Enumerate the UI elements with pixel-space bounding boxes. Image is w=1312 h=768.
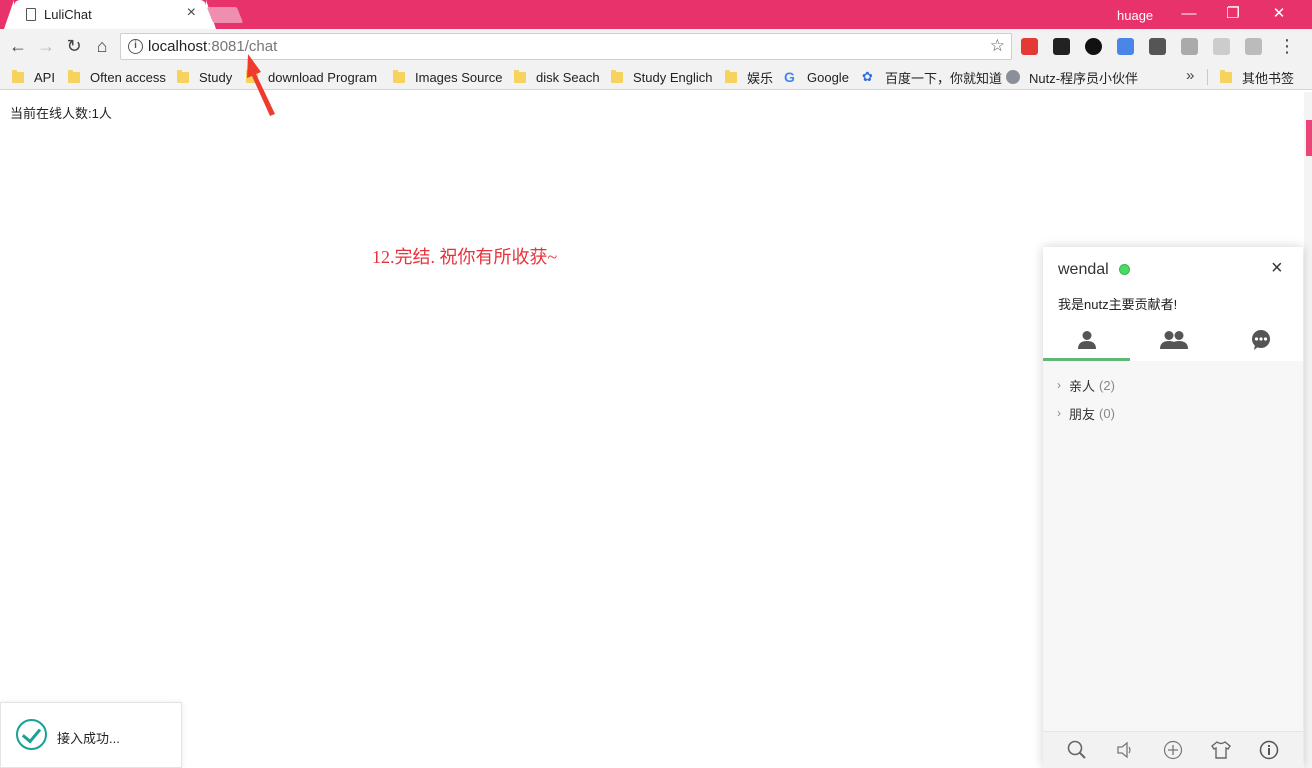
online-status-icon[interactable] bbox=[1119, 264, 1130, 275]
sound-icon[interactable] bbox=[1115, 740, 1135, 760]
panel-tabs bbox=[1043, 322, 1303, 361]
friend-icon bbox=[1077, 331, 1096, 349]
group-friends[interactable]: › 朋友 (0) bbox=[1057, 404, 1115, 422]
extension-ghost-icon[interactable] bbox=[1053, 38, 1070, 55]
panel-close-button[interactable]: × bbox=[1271, 257, 1283, 280]
extension-en-icon[interactable] bbox=[1149, 38, 1166, 55]
bookmark-entertainment[interactable]: 娱乐 bbox=[725, 69, 773, 86]
tab-friends[interactable] bbox=[1043, 322, 1130, 361]
bookmark-study-englich[interactable]: Study Englich bbox=[611, 69, 713, 85]
profile-name[interactable]: huage bbox=[1117, 8, 1153, 23]
bookmark-study[interactable]: Study bbox=[177, 69, 232, 85]
chevron-right-icon: › bbox=[1057, 406, 1061, 420]
folder-icon bbox=[177, 69, 189, 83]
browser-toolbar: ← → ↻ ⌂ i localhost:8081/chat ☆ ⋮ bbox=[0, 29, 1312, 64]
tab-title: LuliChat bbox=[44, 7, 92, 22]
chevron-right-icon: › bbox=[1057, 378, 1061, 392]
folder-icon bbox=[611, 69, 623, 83]
folder-icon bbox=[514, 69, 526, 83]
browser-title-bar: LuliChat × huage — ❐ ✕ bbox=[0, 0, 1312, 29]
group-icon bbox=[1159, 331, 1188, 349]
extension-fe-icon[interactable] bbox=[1021, 38, 1038, 55]
search-icon[interactable] bbox=[1067, 740, 1087, 760]
tab-close-button[interactable]: × bbox=[187, 4, 196, 21]
add-icon[interactable] bbox=[1163, 740, 1183, 760]
folder-icon bbox=[68, 69, 80, 83]
bookmark-baidu[interactable]: ✿ 百度一下，你就知道 bbox=[862, 69, 1002, 86]
annotation-arrow-icon bbox=[247, 54, 275, 116]
skin-icon[interactable] bbox=[1210, 740, 1231, 760]
bookmark-star-icon[interactable]: ☆ bbox=[990, 36, 1005, 56]
friend-list: › 亲人 (2) › 朋友 (0) bbox=[1043, 361, 1303, 731]
bookmark-google[interactable]: G Google bbox=[784, 69, 849, 85]
tab-groups[interactable] bbox=[1130, 322, 1217, 361]
reload-icon[interactable]: ↻ bbox=[63, 35, 85, 57]
nutz-icon bbox=[1006, 70, 1020, 84]
forward-icon[interactable]: → bbox=[35, 35, 57, 57]
bookmark-nutz[interactable]: Nutz-程序员小伙伴 bbox=[1006, 69, 1146, 85]
online-count: 当前在线人数:1人 bbox=[10, 106, 112, 121]
page-scrollbar[interactable] bbox=[1304, 92, 1312, 768]
new-tab-button[interactable] bbox=[206, 7, 244, 23]
history-icon bbox=[1251, 330, 1270, 350]
scroll-indicator bbox=[1306, 120, 1312, 156]
bookmark-images-source[interactable]: Images Source bbox=[393, 69, 502, 85]
user-signature[interactable]: 我是nutz主要贡献者! bbox=[1058, 294, 1177, 313]
browser-tab-lulichat[interactable]: LuliChat × bbox=[14, 0, 206, 29]
bookmarks-divider bbox=[1207, 69, 1208, 85]
restore-button[interactable]: ❐ bbox=[1223, 4, 1243, 24]
folder-icon bbox=[1220, 69, 1232, 83]
bookmarks-bar: API Often access Study download Program … bbox=[0, 64, 1312, 90]
info-icon[interactable]: i bbox=[128, 39, 143, 54]
tab-history[interactable] bbox=[1217, 322, 1304, 361]
user-name: wendal bbox=[1058, 261, 1109, 278]
chat-main-panel: wendal × 我是nutz主要贡献者! › 亲人 (2) › 朋友 (0) bbox=[1043, 247, 1303, 768]
bookmark-disk-seach[interactable]: disk Seach bbox=[514, 69, 600, 85]
folder-icon bbox=[393, 69, 405, 83]
baidu-paw-icon: ✿ bbox=[862, 69, 873, 84]
extension-translate-icon[interactable] bbox=[1117, 38, 1134, 55]
google-icon: G bbox=[784, 69, 795, 85]
bookmark-other[interactable]: 其他书签 bbox=[1220, 69, 1294, 86]
tutorial-caption: 12.完结. 祝你有所收获~ bbox=[372, 247, 558, 267]
extension-leaf-icon[interactable] bbox=[1213, 38, 1230, 55]
extension-drive-icon[interactable] bbox=[1245, 38, 1262, 55]
extension-cube-icon[interactable] bbox=[1181, 38, 1198, 55]
bookmark-often-access[interactable]: Often access bbox=[68, 69, 166, 85]
check-icon bbox=[16, 719, 47, 750]
home-icon[interactable]: ⌂ bbox=[91, 35, 113, 57]
menu-icon[interactable]: ⋮ bbox=[1276, 35, 1298, 57]
folder-icon bbox=[12, 69, 24, 83]
extension-opera-icon[interactable] bbox=[1085, 38, 1102, 55]
close-window-button[interactable]: ✕ bbox=[1269, 4, 1289, 24]
bookmarks-overflow-button[interactable]: » bbox=[1186, 67, 1194, 84]
toast-message: 接入成功... bbox=[57, 731, 120, 746]
back-icon[interactable]: ← bbox=[7, 35, 29, 57]
page-icon bbox=[26, 8, 36, 21]
connection-toast: 接入成功... bbox=[0, 702, 182, 768]
group-family[interactable]: › 亲人 (2) bbox=[1057, 376, 1115, 394]
folder-icon bbox=[725, 69, 737, 83]
panel-footer bbox=[1043, 731, 1303, 768]
bookmark-api[interactable]: API bbox=[12, 69, 55, 85]
about-icon[interactable] bbox=[1259, 740, 1279, 760]
minimize-button[interactable]: — bbox=[1179, 4, 1199, 24]
